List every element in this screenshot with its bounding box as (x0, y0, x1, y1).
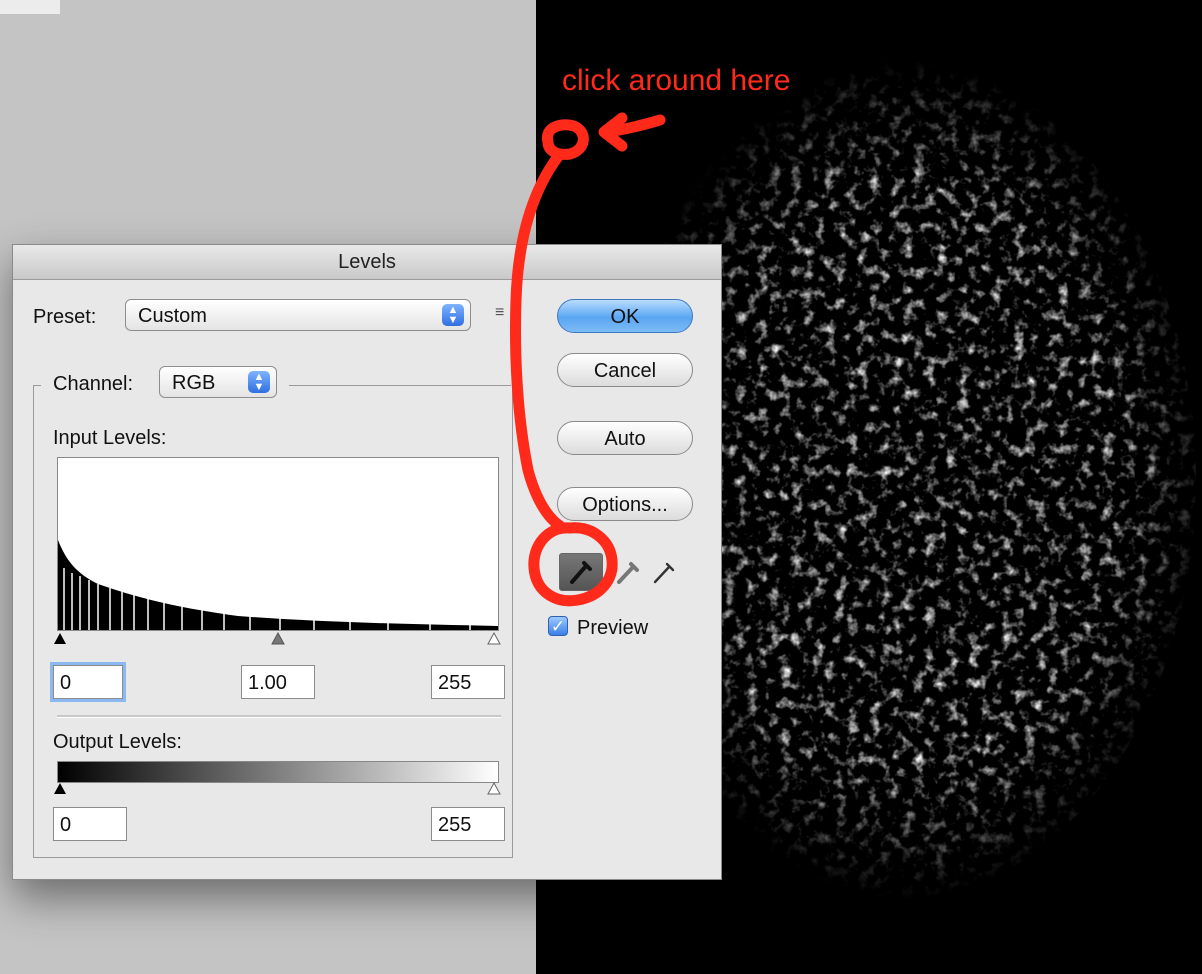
input-black-field[interactable]: 0 (53, 665, 123, 699)
output-black-slider[interactable] (53, 782, 67, 796)
channel-label: Channel: (53, 373, 134, 395)
histogram-bars (58, 540, 498, 630)
preview-label: Preview (577, 617, 649, 639)
channel-value: RGB (172, 372, 216, 394)
cancel-button[interactable]: Cancel (557, 353, 693, 387)
preview-checkbox[interactable]: ✓ (548, 616, 568, 636)
ok-button[interactable]: OK (557, 299, 693, 333)
input-levels-label: Input Levels: (53, 427, 167, 449)
dialog-title[interactable]: Levels (13, 245, 721, 280)
separator (57, 715, 501, 718)
input-white-slider[interactable] (487, 632, 501, 646)
preset-select[interactable]: Custom ▲ ▼ (125, 299, 471, 331)
gray-eyedropper-icon[interactable] (613, 557, 643, 587)
white-eyedropper-icon[interactable] (649, 557, 679, 587)
output-black-field[interactable]: 0 (53, 807, 127, 841)
input-black-slider[interactable] (53, 632, 67, 646)
input-gamma-slider[interactable] (271, 632, 285, 646)
levels-dialog: Levels Preset: Custom ▲ ▼ ≡ Channel: RGB … (12, 244, 722, 880)
black-eyedropper-tool[interactable] (559, 553, 603, 591)
options-button[interactable]: Options... (557, 487, 693, 521)
select-arrows-icon: ▲ ▼ (248, 371, 270, 393)
select-arrows-icon: ▲ ▼ (442, 304, 464, 326)
output-gradient (57, 761, 499, 783)
preset-label: Preset: (33, 306, 97, 328)
annotation-text: click around here (562, 64, 791, 97)
preset-value: Custom (138, 305, 207, 327)
output-white-slider[interactable] (487, 782, 501, 796)
histogram (57, 457, 499, 631)
input-white-field[interactable]: 255 (431, 665, 505, 699)
output-white-field[interactable]: 255 (431, 807, 505, 841)
auto-button[interactable]: Auto (557, 421, 693, 455)
channel-select[interactable]: RGB ▲ ▼ (159, 366, 277, 398)
black-eyedropper-icon (570, 561, 592, 584)
preset-options-icon[interactable]: ≡ (495, 304, 504, 322)
canvas-corner (0, 0, 60, 14)
output-levels-label: Output Levels: (53, 731, 182, 753)
input-gamma-field[interactable]: 1.00 (241, 665, 315, 699)
